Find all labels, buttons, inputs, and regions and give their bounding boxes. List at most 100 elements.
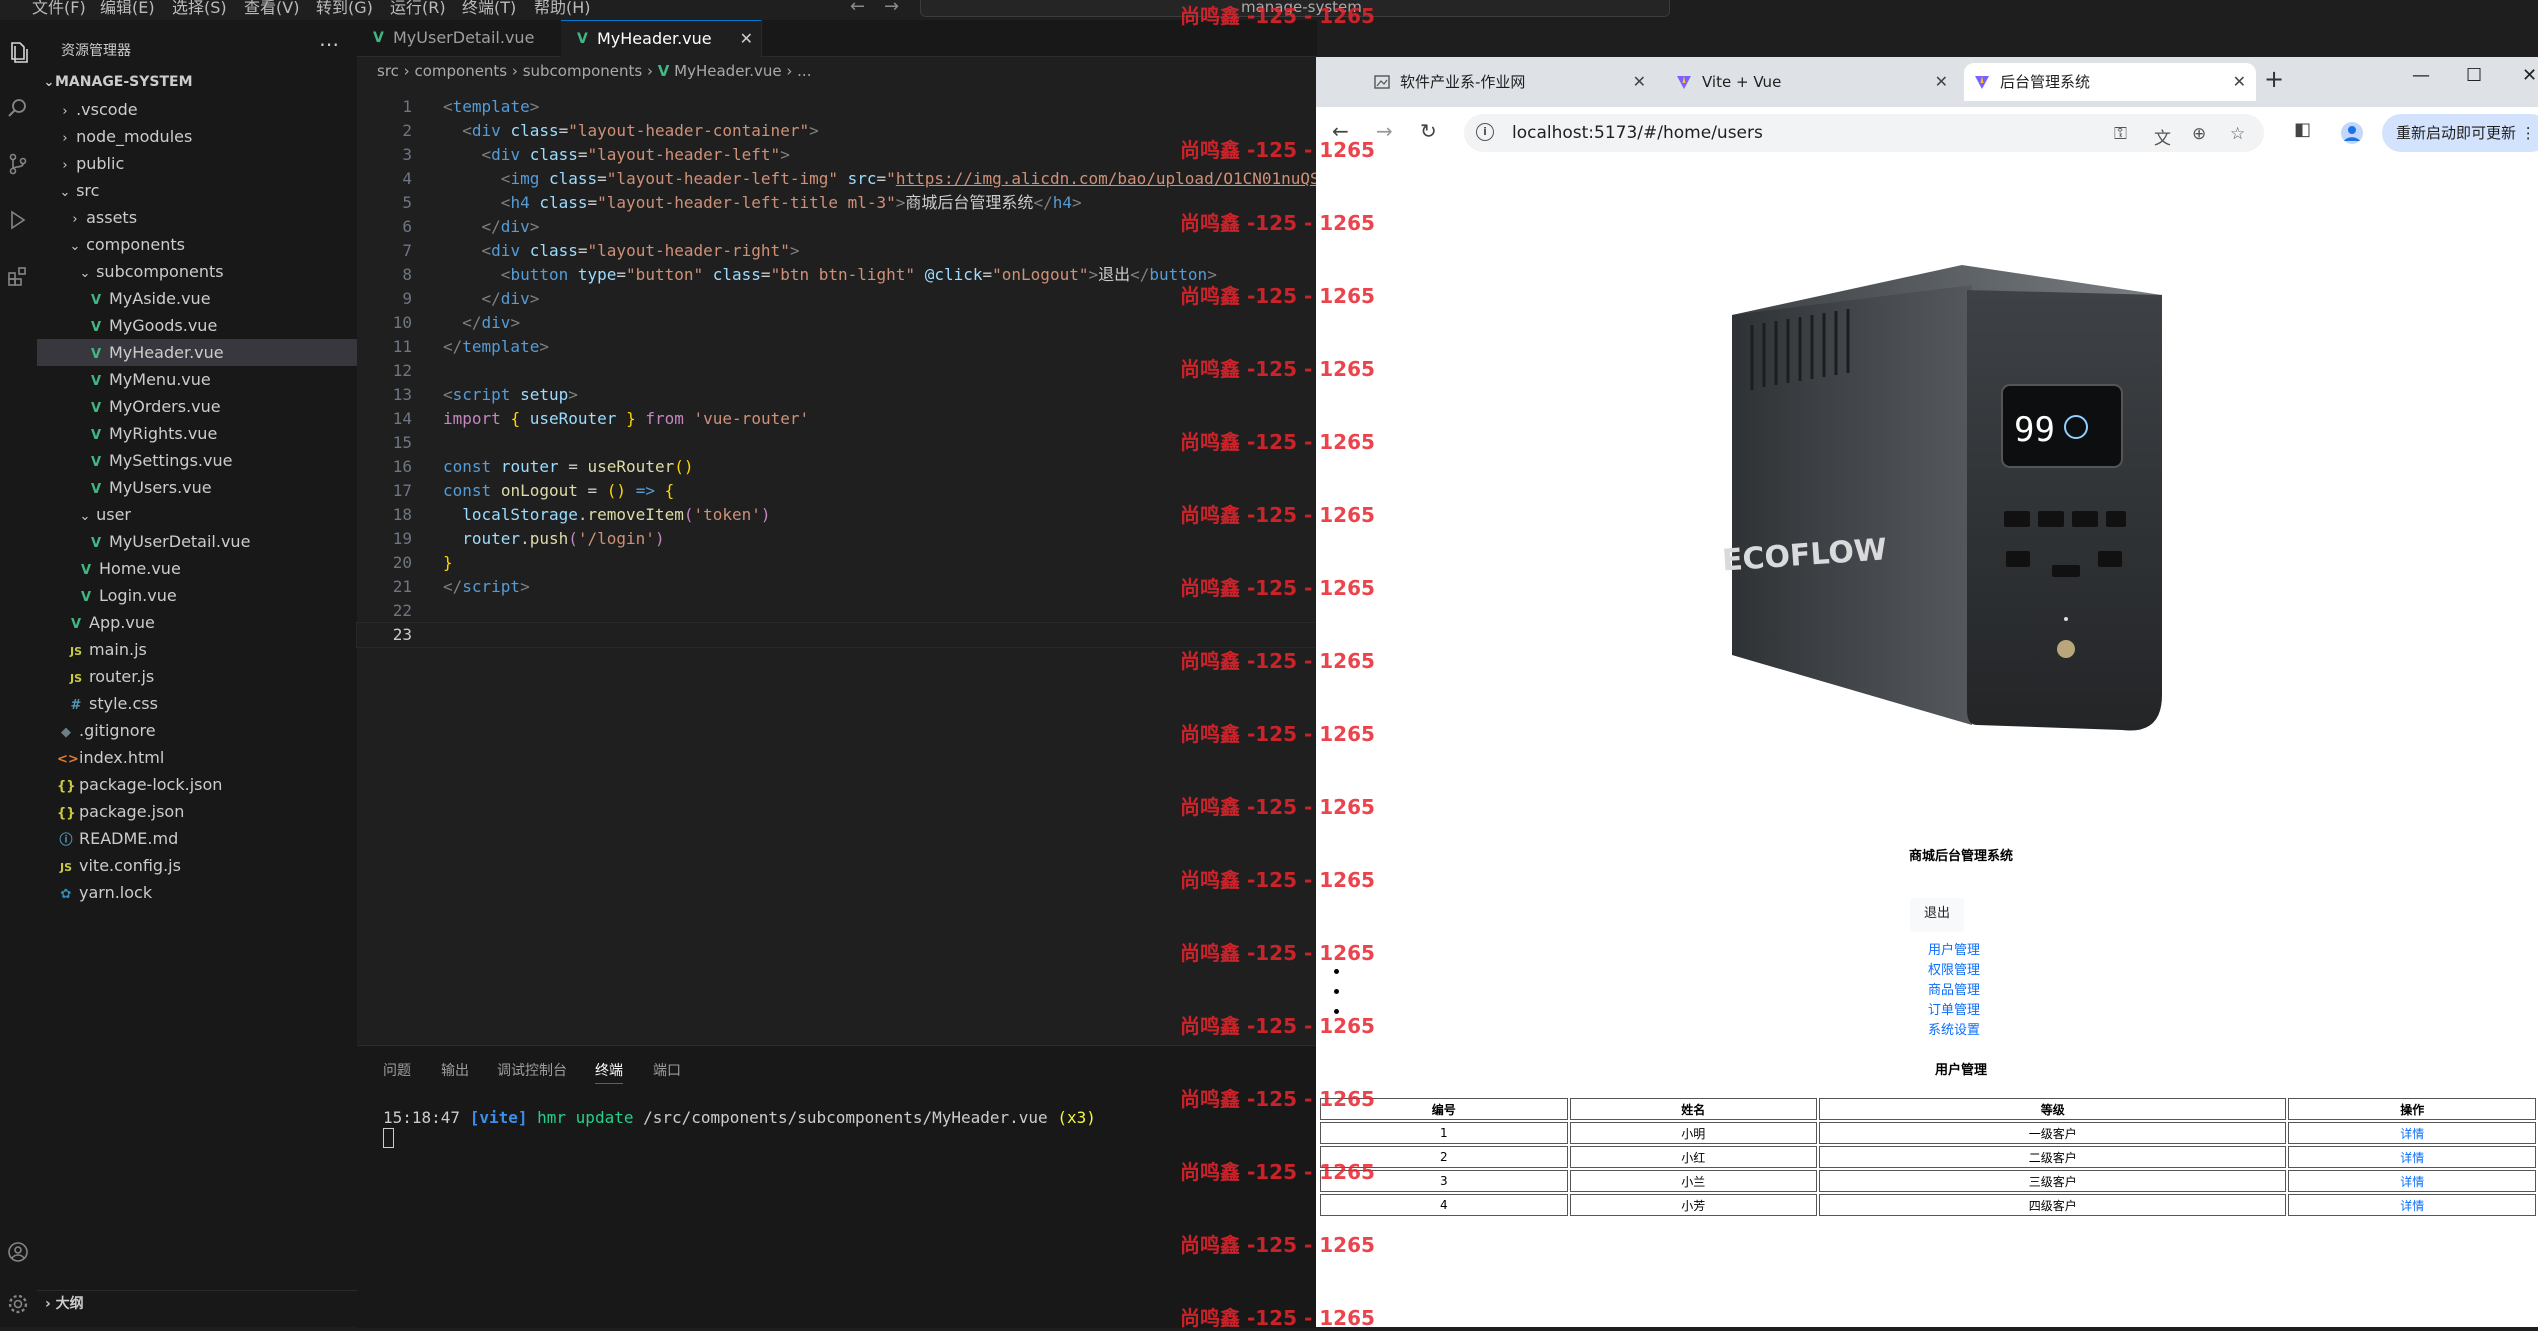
menu-item-goods[interactable]: 商品管理: [1928, 981, 1980, 1001]
tab-myheader[interactable]: V MyHeader.vue ✕: [561, 20, 762, 57]
detail-link[interactable]: 详情: [2400, 1151, 2424, 1165]
breadcrumb-item[interactable]: subcomponents: [523, 62, 643, 80]
tree-folder[interactable]: › assets: [37, 204, 357, 231]
tree-file[interactable]: # style.css: [37, 690, 357, 717]
workspace-root[interactable]: ⌄MANAGE-SYSTEM: [37, 69, 357, 96]
logout-button[interactable]: 退出: [1910, 898, 1964, 932]
more-actions-icon[interactable]: ⋯: [319, 32, 339, 56]
menu-selection[interactable]: 选择(S): [172, 0, 227, 16]
address-bar[interactable]: i localhost:5173/#/home/users ⚿ 文 ⊕ ☆: [1464, 114, 2264, 152]
tree-file[interactable]: V MyAside.vue: [37, 285, 357, 312]
tab-output[interactable]: 输出: [441, 1060, 469, 1080]
table-cell-id: 1: [1320, 1122, 1568, 1144]
extensions-icon[interactable]: [6, 264, 30, 288]
browser-tab[interactable]: Vite + Vue ✕: [1666, 63, 1958, 101]
tab-terminal[interactable]: 终端: [595, 1060, 623, 1084]
zoom-icon[interactable]: ⊕: [2192, 124, 2206, 144]
tree-file[interactable]: JS vite.config.js: [37, 852, 357, 879]
menu-file[interactable]: 文件(F): [32, 0, 86, 16]
menu-item-users[interactable]: 用户管理: [1928, 941, 1980, 961]
tab-ports[interactable]: 端口: [653, 1060, 681, 1080]
menu-go[interactable]: 转到(G): [316, 0, 373, 16]
breadcrumb-item[interactable]: ...: [797, 62, 811, 80]
menu-item-settings[interactable]: 系统设置: [1928, 1021, 1980, 1041]
source-control-icon[interactable]: [6, 152, 30, 176]
browser-tab[interactable]: 软件产业系-作业网 ✕: [1364, 63, 1656, 101]
tree-file[interactable]: V MyOrders.vue: [37, 393, 357, 420]
tree-file[interactable]: <>index.html: [37, 744, 357, 771]
profile-avatar-icon[interactable]: [2340, 121, 2364, 145]
tab-problems[interactable]: 问题: [383, 1060, 411, 1080]
tree-label: main.js: [89, 640, 147, 659]
breadcrumb-item[interactable]: src: [377, 62, 399, 80]
browser-tab-active[interactable]: 后台管理系统 ✕: [1964, 63, 2256, 101]
tree-file[interactable]: V App.vue: [37, 609, 357, 636]
minimize-icon[interactable]: —: [2412, 65, 2430, 86]
menu-terminal[interactable]: 终端(T): [462, 0, 516, 16]
back-arrow-icon[interactable]: ←: [850, 0, 865, 17]
menu-run[interactable]: 运行(R): [390, 0, 446, 16]
site-info-icon[interactable]: i: [1476, 123, 1494, 141]
tree-file[interactable]: V Home.vue: [37, 555, 357, 582]
tree-folder[interactable]: ⌄ src: [37, 177, 357, 204]
tree-file[interactable]: V MyUsers.vue: [37, 474, 357, 501]
tree-file[interactable]: V MySettings.vue: [37, 447, 357, 474]
menu-item-orders[interactable]: 订单管理: [1928, 1001, 1980, 1021]
tree-file[interactable]: JS router.js: [37, 663, 357, 690]
forward-icon[interactable]: →: [1376, 119, 1393, 143]
tree-folder[interactable]: ⌄ subcomponents: [37, 258, 357, 285]
tab-debug-console[interactable]: 调试控制台: [497, 1060, 567, 1080]
tab-myuserdetail[interactable]: V MyUserDetail.vue: [357, 20, 581, 56]
detail-link[interactable]: 详情: [2400, 1175, 2424, 1189]
tree-folder[interactable]: › public: [37, 150, 357, 177]
tree-folder[interactable]: ⌄ components: [37, 231, 357, 258]
new-tab-icon[interactable]: +: [2264, 65, 2284, 93]
tree-folder[interactable]: › .vscode: [37, 96, 357, 123]
translate-icon[interactable]: 文: [2154, 124, 2171, 149]
tree-file[interactable]: ⓘ README.md: [37, 825, 357, 852]
close-window-icon[interactable]: ✕: [2522, 65, 2537, 86]
tree-file[interactable]: ◆ .gitignore: [37, 717, 357, 744]
tree-file-selected[interactable]: V MyHeader.vue: [37, 339, 357, 366]
explorer-icon[interactable]: [6, 40, 30, 64]
forward-arrow-icon[interactable]: →: [884, 0, 899, 17]
search-icon[interactable]: [6, 96, 30, 120]
outline-section[interactable]: › 大纲: [37, 1290, 357, 1317]
menu-item-rights[interactable]: 权限管理: [1928, 961, 1980, 981]
tree-file[interactable]: V Login.vue: [37, 582, 357, 609]
tree-file[interactable]: V MyUserDetail.vue: [37, 528, 357, 555]
tree-file[interactable]: V MyGoods.vue: [37, 312, 357, 339]
table-cell-action: 详情: [2288, 1170, 2536, 1192]
tree-file[interactable]: V MyMenu.vue: [37, 366, 357, 393]
menu-view[interactable]: 查看(V): [244, 0, 299, 16]
settings-gear-icon[interactable]: [6, 1292, 30, 1316]
tree-file[interactable]: V MyRights.vue: [37, 420, 357, 447]
run-debug-icon[interactable]: [6, 208, 30, 232]
close-tab-icon[interactable]: ✕: [1935, 63, 1948, 101]
tree-folder[interactable]: › node_modules: [37, 123, 357, 150]
password-key-icon[interactable]: ⚿: [2114, 124, 2127, 144]
code-text: 商城后台管理系统: [905, 193, 1034, 212]
breadcrumb-item[interactable]: components: [414, 62, 507, 80]
tree-file[interactable]: {} package.json: [37, 798, 357, 825]
bookmark-star-icon[interactable]: ☆: [2230, 124, 2245, 144]
tree-file[interactable]: {} package-lock.json: [37, 771, 357, 798]
tree-folder[interactable]: ⌄ user: [37, 501, 357, 528]
reload-icon[interactable]: ↻: [1420, 119, 1437, 143]
maximize-icon[interactable]: ☐: [2466, 65, 2482, 86]
detail-link[interactable]: 详情: [2400, 1127, 2424, 1141]
detail-link[interactable]: 详情: [2400, 1199, 2424, 1213]
tree-file[interactable]: ✿ yarn.lock: [37, 879, 357, 906]
vue-file-icon: V: [373, 30, 384, 46]
close-tab-icon[interactable]: ✕: [2233, 63, 2246, 101]
tree-file[interactable]: JS main.js: [37, 636, 357, 663]
terminal-output[interactable]: 15:18:47 [vite] hmr update /src/componen…: [383, 1108, 1096, 1148]
close-icon[interactable]: ✕: [740, 21, 753, 57]
close-tab-icon[interactable]: ✕: [1633, 63, 1646, 101]
menu-help[interactable]: 帮助(H): [534, 0, 591, 16]
account-icon[interactable]: [6, 1240, 30, 1264]
breadcrumb-item[interactable]: MyHeader.vue: [674, 62, 781, 80]
side-panel-icon[interactable]: ◧: [2294, 119, 2311, 140]
update-button[interactable]: 重新启动即可更新 ⋮: [2382, 114, 2538, 152]
menu-edit[interactable]: 编辑(E): [100, 0, 155, 16]
